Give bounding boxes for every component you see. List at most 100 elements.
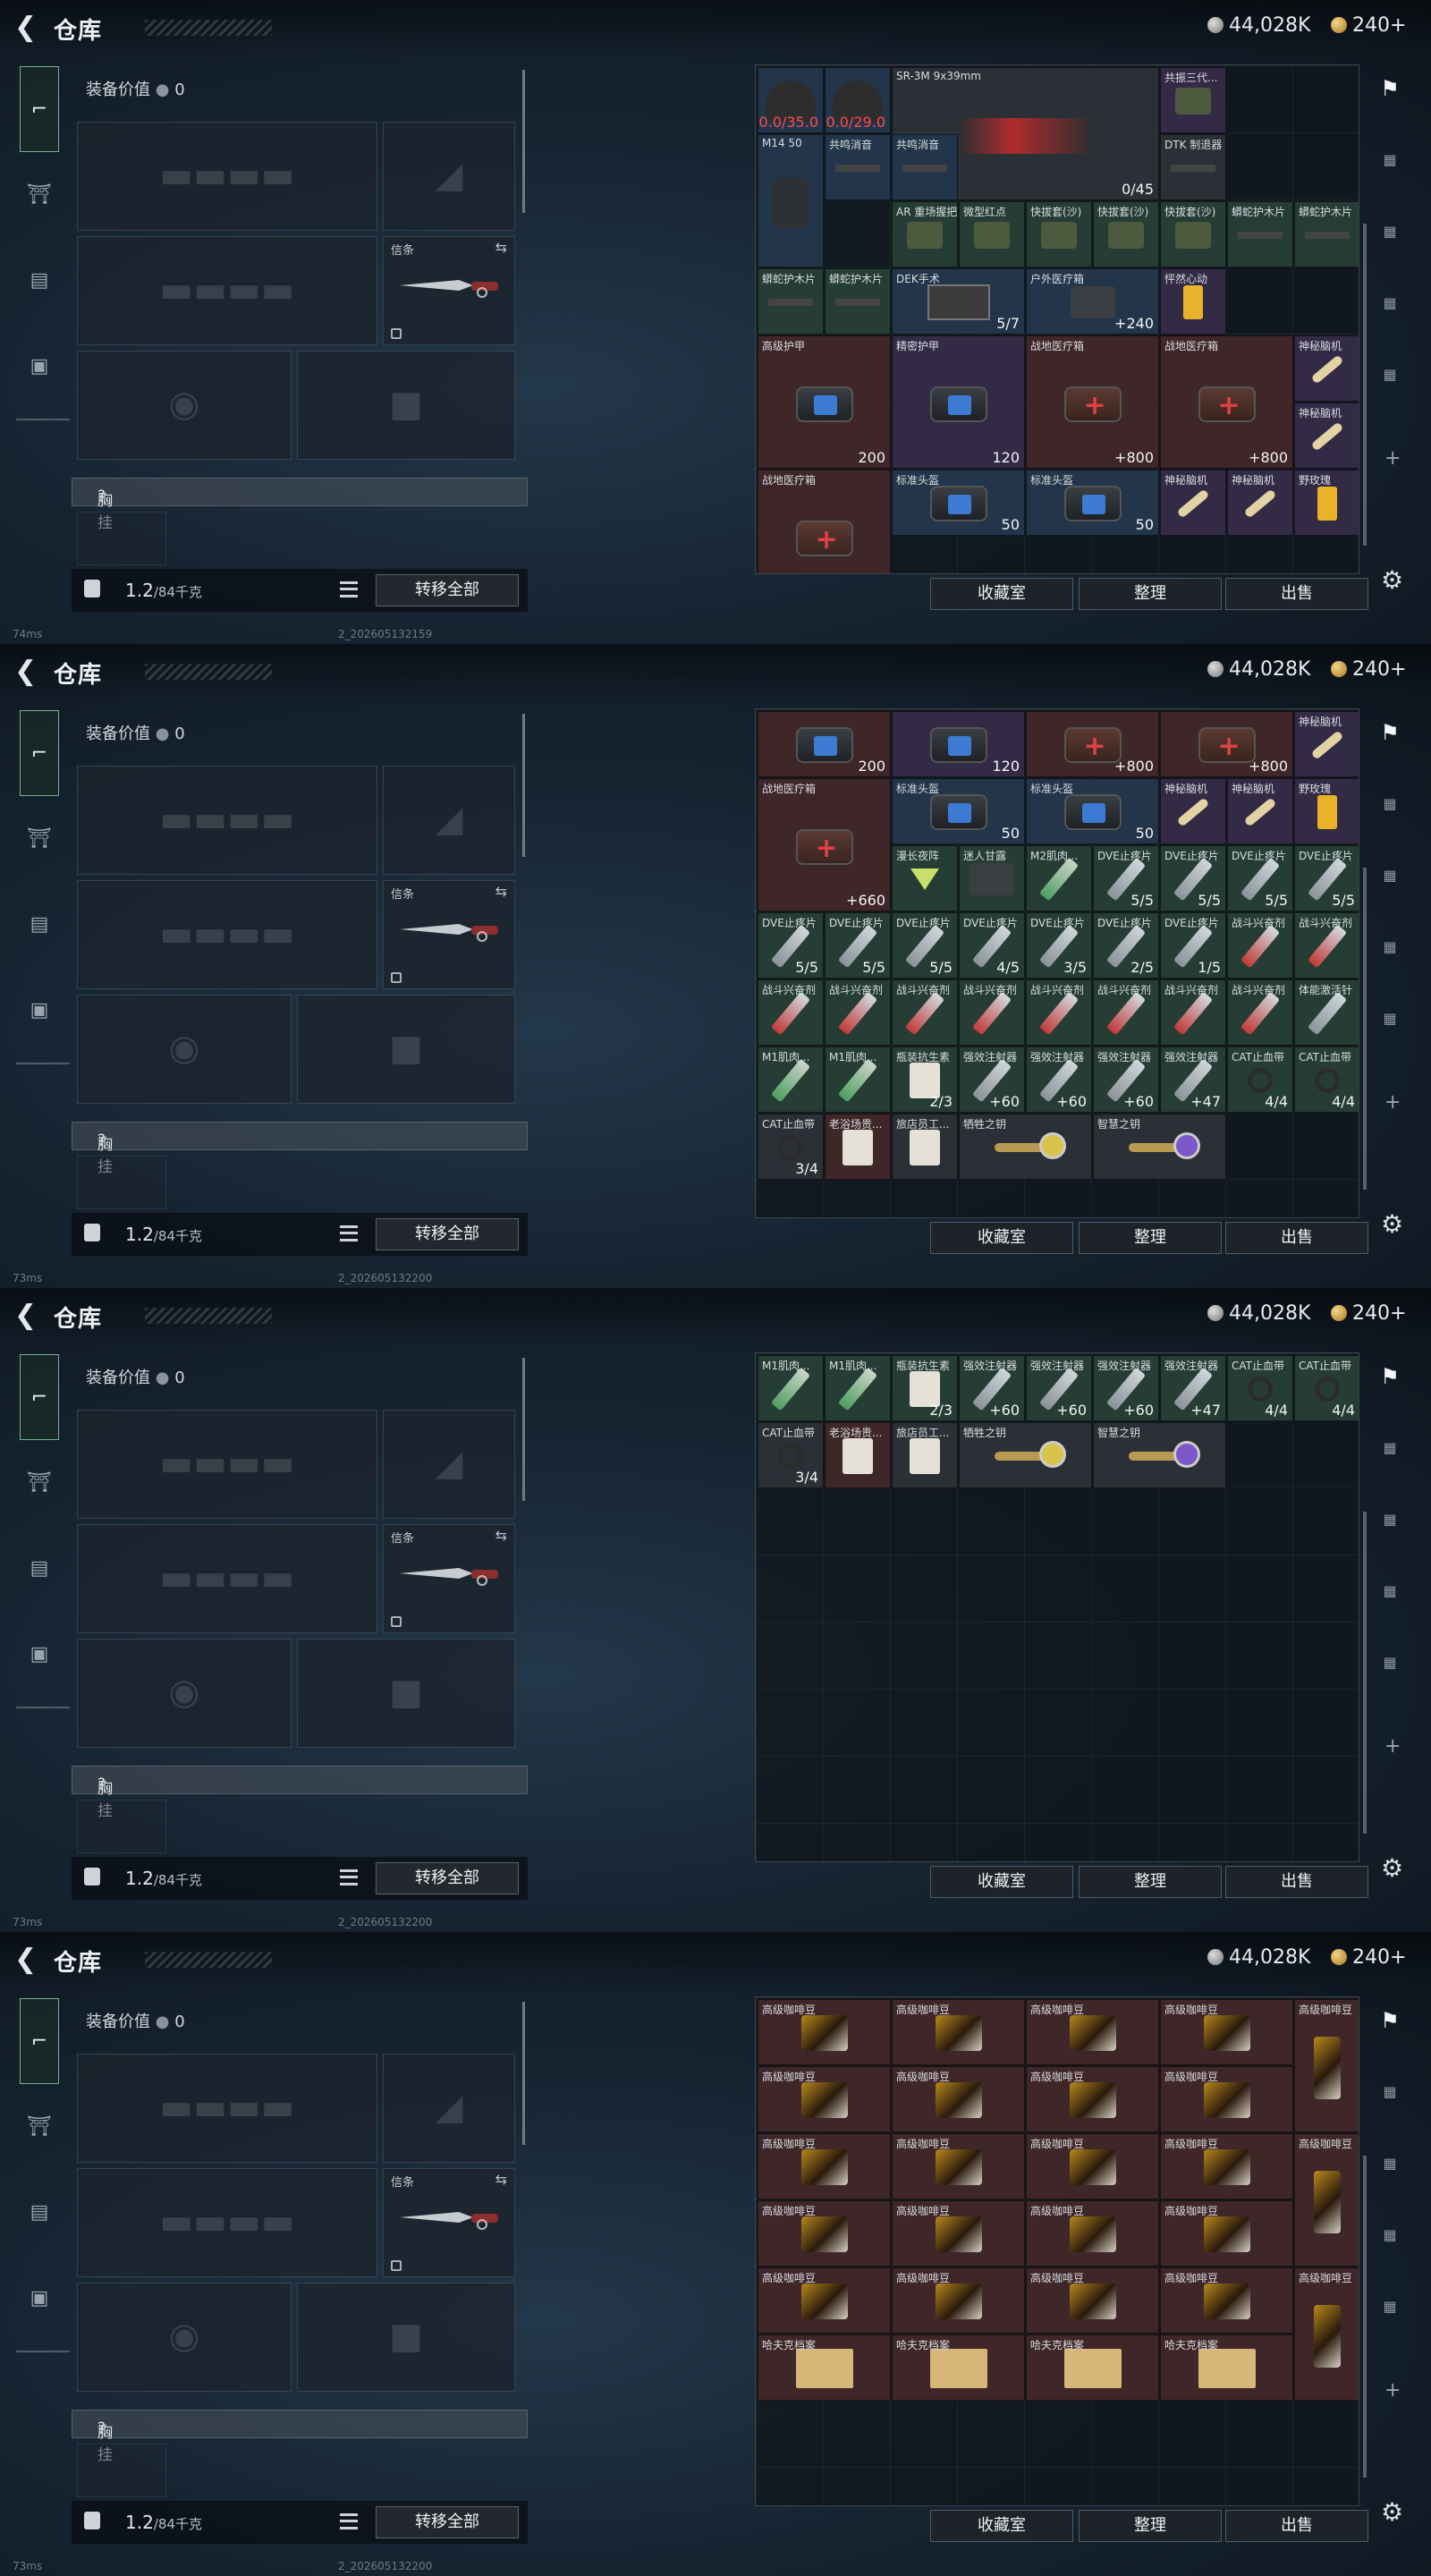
back-arrow-icon[interactable]: ❮ [14, 13, 39, 43]
stash-item[interactable]: 神秘脑机 [1294, 335, 1359, 402]
vest-tab-icon[interactable]: ▤ [20, 1549, 59, 1589]
gun-tab-icon[interactable]: ⌐ [20, 1998, 59, 2084]
stash-item[interactable]: DVE止疼片 5/5 [1160, 845, 1226, 911]
stash-item[interactable]: 迷人甘露 [959, 845, 1025, 911]
collection-room-button[interactable]: 收藏室 [930, 1222, 1073, 1254]
helmet-slot[interactable]: ◉ [77, 995, 292, 1104]
primary-weapon-slot[interactable]: ▬▬▬▬ [77, 2054, 377, 2163]
gun-tab-icon[interactable]: ⌐ [20, 710, 59, 796]
transfer-all-button[interactable]: 转移全部 [376, 2506, 519, 2538]
stash-item[interactable]: 漫长夜阵 [892, 845, 958, 911]
stash-item[interactable]: 强效注射器 +47 [1160, 1046, 1226, 1113]
stash-item[interactable]: 高级咖啡豆 [892, 2133, 1025, 2199]
secondary-weapon-slot[interactable]: ▬▬▬▬ [77, 880, 377, 989]
gun-tab-icon[interactable]: ⌐ [20, 1354, 59, 1440]
stash-tab-4-icon[interactable]: ▦ [1370, 2222, 1410, 2249]
stash-item[interactable]: 快拔套(沙) [1093, 201, 1159, 267]
stash-item[interactable]: 强效注射器 +60 [959, 1355, 1025, 1421]
melee-slot[interactable]: 信条 ⇆ [383, 236, 515, 345]
stash-tab-main-icon[interactable]: ⚑ [1370, 1363, 1410, 1390]
stash-item[interactable]: DEK手术 5/7 [892, 268, 1025, 335]
stash-item[interactable]: 标准头盔 50 [1026, 778, 1159, 844]
swap-icon[interactable]: ⇆ [495, 1527, 507, 1544]
gold-currency[interactable]: 240+ [1331, 14, 1406, 37]
helmet-tab-icon[interactable]: ⛩ [20, 819, 59, 859]
transfer-all-button[interactable]: 转移全部 [376, 1218, 519, 1250]
stash-item[interactable]: 强效注射器 +60 [1026, 1355, 1092, 1421]
stash-item[interactable]: 神秘脑机 [1227, 778, 1293, 844]
stash-item[interactable]: +800 [1160, 711, 1293, 777]
stash-item[interactable]: 高级咖啡豆 [892, 1999, 1025, 2065]
stash-item[interactable]: CAT止血带 4/4 [1227, 1046, 1293, 1113]
list-icon[interactable] [340, 581, 358, 597]
stash-item[interactable]: 高级咖啡豆 [758, 2066, 891, 2132]
sell-button[interactable]: 出售 [1225, 1866, 1368, 1898]
stash-item[interactable]: 强效注射器 +60 [959, 1046, 1025, 1113]
primary-weapon-slot[interactable]: ▬▬▬▬ [77, 122, 377, 231]
stash-item[interactable]: M1肌肉... [758, 1355, 824, 1421]
stash-item[interactable]: 高级咖啡豆 [1294, 1999, 1359, 2132]
left-scrollbar[interactable] [522, 1358, 525, 1501]
briefcase-tab-icon[interactable]: ▣ [20, 1635, 59, 1674]
stash-item[interactable]: 高级咖啡豆 [758, 2267, 891, 2334]
stash-scrollbar[interactable] [1363, 2156, 1367, 2478]
armor-slot[interactable]: ■ [297, 2283, 515, 2392]
stash-item[interactable]: 神秘脑机 [1160, 470, 1226, 536]
helmet-tab-icon[interactable]: ⛩ [20, 175, 59, 215]
stash-item[interactable]: M2肌肉... [1026, 845, 1092, 911]
stash-item[interactable]: 战斗兴奋剂 [825, 979, 891, 1046]
stash-tab-5-icon[interactable]: ▦ [1370, 2293, 1410, 2320]
sort-button[interactable]: 整理 [1079, 1866, 1222, 1898]
stash-item[interactable]: 神秘脑机 [1160, 778, 1226, 844]
stash-item[interactable]: 战斗兴奋剂 [758, 979, 824, 1046]
stash-item[interactable]: CAT止血带 4/4 [1294, 1355, 1359, 1421]
stash-item[interactable]: 高级咖啡豆 [1026, 2066, 1159, 2132]
helmet-slot[interactable]: ◉ [77, 1639, 292, 1748]
stash-item[interactable]: 高级咖啡豆 [1026, 2133, 1159, 2199]
stash-tab-5-icon[interactable]: ▦ [1370, 1005, 1410, 1032]
stash-item[interactable]: 老浴场贵... [825, 1114, 891, 1180]
gold-currency[interactable]: 240+ [1331, 658, 1406, 681]
add-tab-icon[interactable]: + [1384, 2379, 1401, 2402]
pistol-slot[interactable]: ◢ [383, 2054, 515, 2163]
stash-item[interactable]: M1肌肉... [825, 1355, 891, 1421]
stash-item[interactable]: 智慧之钥 [1093, 1114, 1226, 1180]
chest-rig-slot[interactable] [77, 512, 166, 565]
collection-room-button[interactable]: 收藏室 [930, 578, 1073, 610]
stash-item[interactable]: DVE止疼片 1/5 [1160, 912, 1226, 979]
chest-rig-slot[interactable] [77, 1156, 166, 1209]
stash-item[interactable]: 强效注射器 +60 [1026, 1046, 1092, 1113]
stash-item[interactable]: 快拔套(沙) [1026, 201, 1092, 267]
swap-icon[interactable]: ⇆ [495, 239, 507, 256]
stash-item[interactable]: 共鸣消音 [825, 134, 891, 200]
stash-item[interactable]: 高级咖啡豆 [1294, 2133, 1359, 2267]
helmet-slot[interactable]: ◉ [77, 351, 292, 460]
stash-item[interactable]: DVE止疼片 5/5 [758, 912, 824, 979]
transfer-all-button[interactable]: 转移全部 [376, 574, 519, 606]
stash-item[interactable]: 高级咖啡豆 [1026, 2267, 1159, 2334]
stash-item[interactable]: 共鸣消音 [892, 134, 958, 200]
list-icon[interactable] [340, 1869, 358, 1885]
stash-item[interactable]: CAT止血带 4/4 [1294, 1046, 1359, 1113]
back-arrow-icon[interactable]: ❮ [14, 1945, 39, 1975]
briefcase-tab-icon[interactable]: ▣ [20, 991, 59, 1030]
stash-item[interactable]: 高级咖啡豆 [1026, 2200, 1159, 2267]
stash-item[interactable]: 战斗兴奋剂 [1093, 979, 1159, 1046]
stash-item[interactable]: M1肌肉... [825, 1046, 891, 1113]
stash-item[interactable]: +800 [1026, 711, 1159, 777]
stash-tab-5-icon[interactable]: ▦ [1370, 361, 1410, 388]
settings-gear-icon[interactable]: ⚙ [1381, 1853, 1403, 1883]
stash-item[interactable]: 神秘脑机 [1227, 470, 1293, 536]
stash-item[interactable]: CAT止血带 3/4 [758, 1114, 824, 1180]
add-tab-icon[interactable]: + [1384, 447, 1401, 470]
stash-tab-main-icon[interactable]: ⚑ [1370, 2007, 1410, 2034]
left-scrollbar[interactable] [522, 70, 525, 213]
stash-item[interactable]: DVE止疼片 5/5 [1294, 845, 1359, 911]
stash-item[interactable]: 蟒蛇护木片 [758, 268, 824, 335]
stash-item[interactable]: M1肌肉... [758, 1046, 824, 1113]
stash-item[interactable]: 户外医疗箱 +240 [1026, 268, 1159, 335]
stash-item[interactable]: DVE止疼片 5/5 [825, 912, 891, 979]
chest-rig-slot[interactable] [77, 2444, 166, 2497]
helmet-tab-icon[interactable]: ⛩ [20, 1463, 59, 1503]
melee-slot[interactable]: 信条 ⇆ [383, 1524, 515, 1633]
